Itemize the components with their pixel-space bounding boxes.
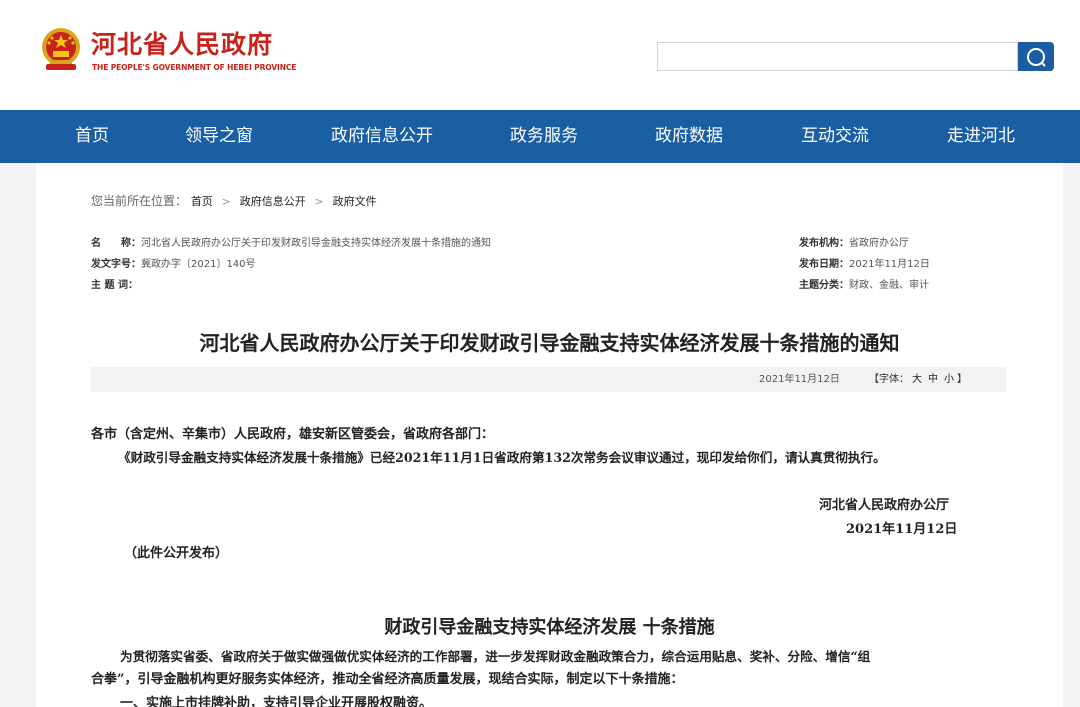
nav-item-home[interactable]: 首页 <box>75 110 109 163</box>
meta-date-value: 2021年11月12日 <box>849 259 930 270</box>
header: 河北省人民政府 THE PEOPLE'S GOVERNMENT OF HEBEI… <box>0 0 1080 110</box>
meta-docno: 发文字号：冀政办字〔2021〕140号 <box>91 258 256 272</box>
national-emblem-icon <box>38 27 84 73</box>
signer: 河北省人民政府办公厅 <box>819 498 950 513</box>
site-logo-title[interactable]: 河北省人民政府 <box>91 30 273 60</box>
nav-item-info-disclosure[interactable]: 政府信息公开 <box>331 110 433 163</box>
meta-category-value: 财政、金融、审计 <box>849 280 929 291</box>
search-button[interactable] <box>1018 42 1054 71</box>
meta-category: 主题分类：财政、金融、审计 <box>799 279 929 293</box>
meta-docno-label: 发文字号： <box>91 259 141 270</box>
font-size-small[interactable]: 小 <box>944 374 954 385</box>
meta-category-label: 主题分类： <box>799 280 849 291</box>
font-size-control: 【字体：大中小】 <box>869 367 967 392</box>
font-size-label-open: 【字体： <box>869 374 909 385</box>
meta-date: 发布日期：2021年11月12日 <box>799 258 930 272</box>
nav-item-services[interactable]: 政务服务 <box>510 110 578 163</box>
chevron-right-icon: > <box>221 195 231 208</box>
nav-item-interaction[interactable]: 互动交流 <box>801 110 869 163</box>
meta-keywords: 主 题 词： <box>91 279 138 293</box>
meta-issuer: 发布机构：省政府办公厅 <box>799 237 909 251</box>
date-bar: 2021年11月12日 【字体：大中小】 <box>91 367 1006 392</box>
nav-item-data[interactable]: 政府数据 <box>655 110 723 163</box>
salutation: 各市（含定州、辛集市）人民政府，雄安新区管委会，省政府各部门： <box>91 427 495 442</box>
breadcrumb-gov-docs[interactable]: 政府文件 <box>333 195 377 208</box>
publish-date: 2021年11月12日 <box>759 374 840 385</box>
meta-name: 名 称：河北省人民政府办公厅关于印发财政引导金融支持实体经济发展十条措施的通知 <box>91 237 491 251</box>
nav-item-about-hebei[interactable]: 走进河北 <box>947 110 1015 163</box>
site-logo-subtitle[interactable]: THE PEOPLE'S GOVERNMENT OF HEBEI PROVINC… <box>92 63 296 73</box>
meta-name-value: 河北省人民政府办公厅关于印发财政引导金融支持实体经济发展十条措施的通知 <box>141 238 491 249</box>
body-paragraph-1: 《财政引导金融支持实体经济发展十条措施》已经2021年11月1日省政府第132次… <box>118 450 886 465</box>
meta-keywords-label: 主 题 词： <box>91 280 138 291</box>
measure-item-1: 一、实施上市挂牌补助，支持引导企业开展股权融资。 <box>120 696 433 707</box>
breadcrumb-info-disclosure[interactable]: 政府信息公开 <box>240 195 306 208</box>
public-note: （此件公开发布） <box>124 546 229 561</box>
breadcrumb-prefix: 您当前所在位置： <box>91 194 188 208</box>
font-size-medium[interactable]: 中 <box>928 374 938 385</box>
font-size-label-close: 】 <box>957 374 967 385</box>
meta-name-label: 名 称： <box>91 238 141 249</box>
meta-docno-value: 冀政办字〔2021〕140号 <box>141 259 256 270</box>
document-title: 河北省人民政府办公厅关于印发财政引导金融支持实体经济发展十条措施的通知 <box>199 331 900 355</box>
search-input[interactable] <box>657 42 1018 71</box>
breadcrumb: 您当前所在位置： 首页 > 政府信息公开 > 政府文件 <box>91 193 377 210</box>
meta-issuer-value: 省政府办公厅 <box>849 238 909 249</box>
breadcrumb-home[interactable]: 首页 <box>191 195 213 208</box>
intro-line-1: 为贯彻落实省委、省政府关于做实做强做优实体经济的工作部署，进一步发挥财政金融政策… <box>120 649 871 664</box>
content-panel: 您当前所在位置： 首页 > 政府信息公开 > 政府文件 名 称：河北省人民政府办… <box>36 163 1063 707</box>
meta-issuer-label: 发布机构： <box>799 238 849 249</box>
intro-line-2: 合拳”，引导金融机构更好服务实体经济，推动全省经济高质量发展，现结合实际，制定以… <box>91 672 684 687</box>
sign-date: 2021年11月12日 <box>846 522 958 537</box>
measures-title: 财政引导金融支持实体经济发展 十条措施 <box>384 617 715 638</box>
main-nav: 首页 领导之窗 政府信息公开 政务服务 政府数据 互动交流 走进河北 <box>0 110 1080 163</box>
font-size-large[interactable]: 大 <box>912 374 922 385</box>
meta-date-label: 发布日期： <box>799 259 849 270</box>
search-icon <box>1027 48 1046 67</box>
nav-item-leaders[interactable]: 领导之窗 <box>185 110 253 163</box>
chevron-right-icon: > <box>314 195 324 208</box>
